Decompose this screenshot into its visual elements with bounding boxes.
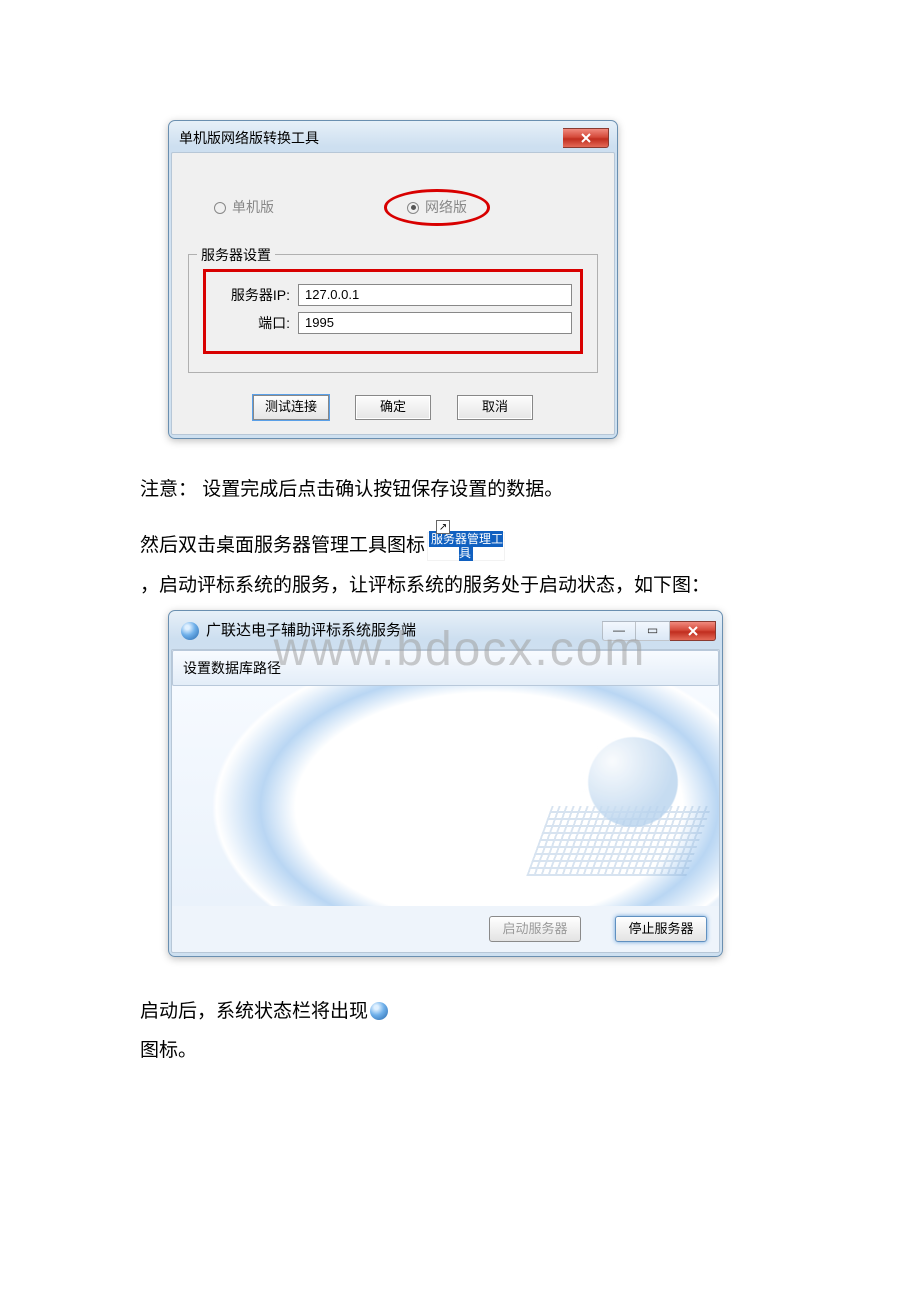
window-title: 广联达电子辅助评标系统服务端 <box>206 619 416 643</box>
menu-set-db-path[interactable]: 设置数据库路径 <box>183 660 281 676</box>
port-input[interactable]: 1995 <box>298 312 572 334</box>
server-settings-group: 服务器设置 服务器IP: 127.0.0.1 端口: 1995 <box>188 254 598 373</box>
ok-button[interactable]: 确定 <box>355 395 431 420</box>
highlight-ellipse: 网络版 <box>384 189 490 225</box>
desktop-icon-text: 然后双击桌面服务器管理工具图标 <box>140 535 425 556</box>
radio-network[interactable]: 网络版 <box>407 196 467 218</box>
tray-globe-icon <box>370 1002 388 1020</box>
tray-text: 启动后，系统状态栏将出现 <box>140 1001 368 1022</box>
server-tool-window: 广联达电子辅助评标系统服务端 — ▭ 设置数据库路径 启动服务器 停止服务器 <box>168 610 723 957</box>
radio-standalone-label: 单机版 <box>232 196 274 218</box>
background-graphic <box>172 686 719 906</box>
maximize-button[interactable]: ▭ <box>636 621 670 641</box>
globe-icon <box>181 622 199 640</box>
minimize-button[interactable]: — <box>602 621 636 641</box>
highlight-box: 服务器IP: 127.0.0.1 端口: 1995 <box>203 269 583 354</box>
radio-standalone[interactable]: 单机版 <box>214 196 274 218</box>
close-button[interactable] <box>563 128 609 148</box>
port-label: 端口: <box>214 312 290 334</box>
radio-icon <box>214 202 226 214</box>
server-tool-shortcut[interactable]: ↗ 服务器管理工具 <box>427 532 505 562</box>
start-service-text: ，启动评标系统的服务，让评标系统的服务处于启动状态，如下图： <box>140 571 780 601</box>
shortcut-label: 服务器管理工具 <box>429 531 503 561</box>
shortcut-arrow-icon: ↗ <box>436 520 450 534</box>
server-ip-label: 服务器IP: <box>214 284 290 306</box>
conversion-tool-window: 单机版网络版转换工具 单机版 网络版 服务器设置 服务器IP <box>168 120 618 439</box>
radio-network-label: 网络版 <box>425 196 467 218</box>
radio-icon <box>407 202 419 214</box>
group-title: 服务器设置 <box>197 244 275 266</box>
start-server-button[interactable]: 启动服务器 <box>489 916 581 942</box>
server-ip-input[interactable]: 127.0.0.1 <box>298 284 572 306</box>
stop-server-button[interactable]: 停止服务器 <box>615 916 707 942</box>
test-connection-button[interactable]: 测试连接 <box>253 395 329 420</box>
window-title: 单机版网络版转换工具 <box>179 127 319 149</box>
close-button[interactable] <box>670 621 716 641</box>
note-text: 注意： 设置完成后点击确认按钮保存设置的数据。 <box>140 475 780 505</box>
icon-word: 图标。 <box>140 1036 780 1066</box>
cancel-button[interactable]: 取消 <box>457 395 533 420</box>
